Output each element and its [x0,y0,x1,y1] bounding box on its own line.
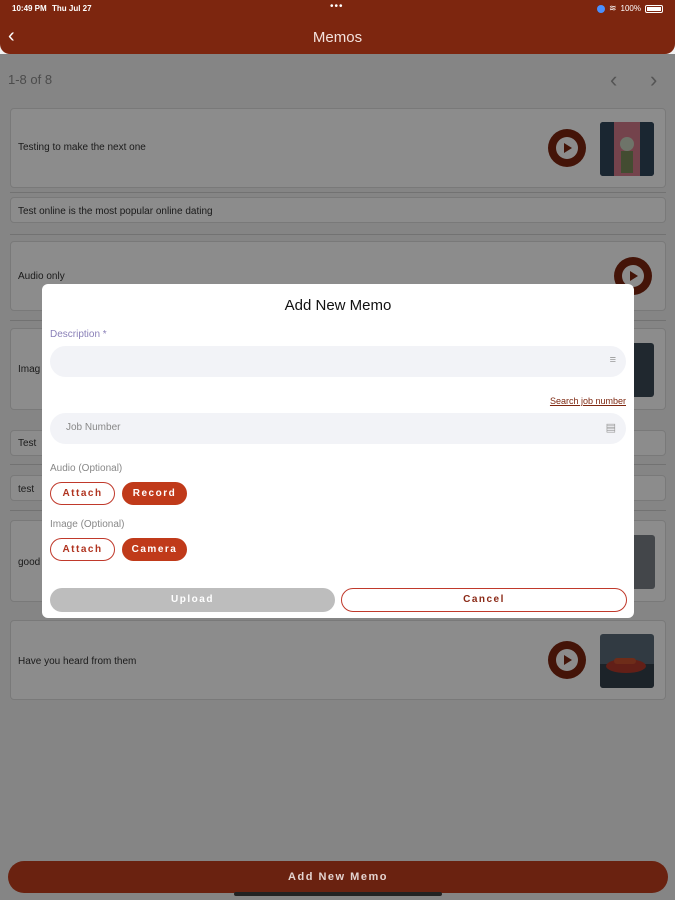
wifi-icon: ≋ [608,3,617,13]
top-bar: 10:49 PM Thu Jul 27 ••• ≋ 100% ‹ Memos [0,0,675,54]
status-date: Thu Jul 27 [52,4,92,13]
job-number-field[interactable]: Job Number ▤ [50,413,626,444]
multitask-dots[interactable]: ••• [330,1,344,12]
description-label: Description * [50,329,107,340]
image-label: Image (Optional) [50,519,125,530]
battery-percent: 100% [620,4,641,13]
image-attach-button[interactable]: Attach [50,538,115,561]
camera-button[interactable]: Camera [122,538,187,561]
home-indicator [234,892,442,896]
audio-attach-button[interactable]: Attach [50,482,115,505]
add-memo-modal: Add New Memo Description * ≡ Search job … [42,284,634,618]
description-field[interactable]: ≡ [50,346,626,377]
record-button[interactable]: Record [122,482,187,505]
location-icon [596,4,605,13]
search-job-number-link[interactable]: Search job number [550,396,626,406]
job-number-placeholder: Job Number [66,422,121,433]
upload-button[interactable]: Upload [50,588,335,612]
battery-icon [645,4,663,13]
audio-label: Audio (Optional) [50,463,123,474]
document-icon: ▤ [605,422,616,434]
status-bar: 10:49 PM Thu Jul 27 ••• ≋ 100% [0,0,675,16]
page-title: Memos [312,29,363,46]
notes-icon: ≡ [609,354,616,366]
add-new-memo-button[interactable]: Add New Memo [8,861,668,893]
status-time: 10:49 PM [12,4,47,13]
status-right: ≋ 100% [596,3,663,14]
modal-title: Add New Memo [284,297,392,314]
cancel-button[interactable]: Cancel [341,588,627,612]
